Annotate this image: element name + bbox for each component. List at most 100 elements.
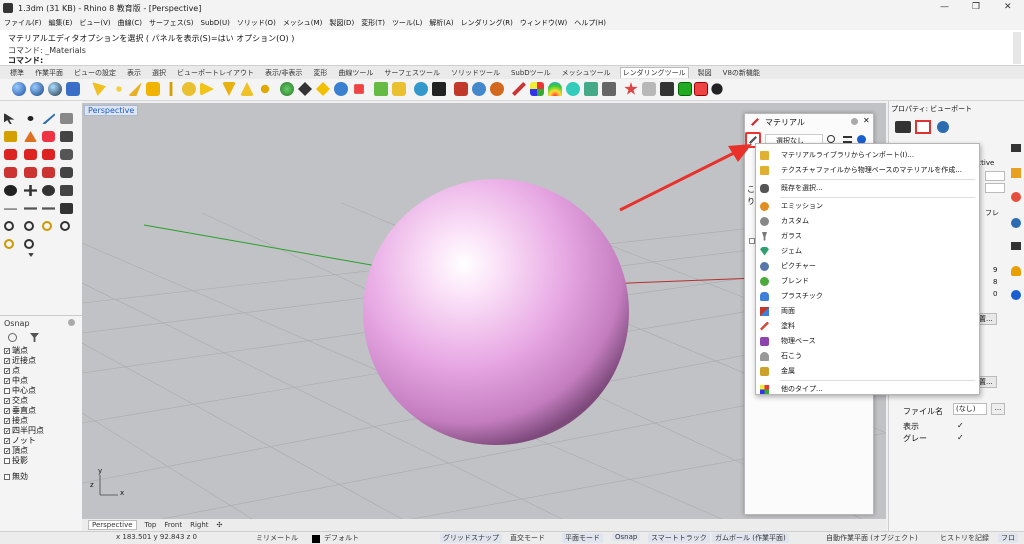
tab-cplanes[interactable]: 作業平面 (33, 68, 65, 78)
color-grid-icon[interactable] (530, 82, 544, 96)
paw-icon[interactable] (711, 83, 723, 95)
menu-type-physically-based[interactable]: 物理ベース (760, 334, 816, 348)
environment-icon[interactable] (280, 82, 294, 96)
tab-surface-tools[interactable]: サーフェスツール (382, 68, 442, 78)
rainbow-icon[interactable] (548, 82, 562, 96)
auto-cplane-button[interactable]: 自動作業平面 (オブジェクト) (826, 533, 918, 543)
panel-close-icon[interactable]: ✕ (863, 116, 870, 125)
menu-mesh[interactable]: メッシュ(M) (283, 18, 323, 28)
units-label[interactable]: ミリメートル (256, 533, 298, 543)
maximize-button[interactable]: ❐ (972, 2, 980, 12)
tab-drafting[interactable]: 製図 (696, 68, 714, 78)
show-checkbox[interactable]: ✓ (957, 421, 964, 430)
side-help-icon[interactable] (1011, 290, 1021, 300)
menu-type-custom[interactable]: カスタム (760, 214, 809, 228)
render-window-icon[interactable] (48, 82, 62, 96)
tab-standard[interactable]: 標準 (8, 68, 26, 78)
cylinder-mapping-icon[interactable] (432, 82, 446, 96)
viewport-frame-icon[interactable] (915, 120, 931, 134)
material-editor-icon[interactable] (454, 82, 468, 96)
menu-type-metal[interactable]: 金属 (760, 364, 795, 378)
plane-icon[interactable] (4, 208, 17, 210)
checkbox[interactable]: ✓ (4, 407, 10, 414)
pink-sphere[interactable] (363, 179, 629, 445)
checkbox[interactable] (4, 473, 10, 480)
rotate-icon[interactable] (42, 185, 55, 196)
linear-light-icon[interactable] (169, 82, 173, 96)
gray-checkbox[interactable]: ✓ (957, 433, 964, 442)
osnap-filter-icon[interactable] (30, 333, 39, 342)
move-icon[interactable] (24, 185, 37, 196)
osnap-button[interactable]: Osnap (612, 533, 641, 541)
file-name-field[interactable]: (なし) (953, 403, 987, 415)
edit-light-icon[interactable] (222, 82, 236, 96)
point-light-icon[interactable] (116, 86, 122, 92)
minimize-button[interactable]: — (940, 2, 949, 12)
tab-display[interactable]: 表示 (125, 68, 143, 78)
tube-light-icon[interactable] (182, 82, 196, 96)
menu-view[interactable]: ビュー(V) (79, 18, 110, 28)
checkbox[interactable]: ✓ (4, 427, 10, 434)
photo-icon[interactable] (642, 82, 656, 96)
menu-type-plaster[interactable]: 石こう (760, 349, 802, 363)
menu-import-library[interactable]: マテリアルライブラリからインポート(I)... (760, 148, 914, 162)
osnap-item-disable[interactable]: 無効 (4, 471, 28, 482)
menu-surface[interactable]: サーフェス(S) (149, 18, 194, 28)
menu-type-gem[interactable]: ジェム (760, 244, 802, 258)
tab-subd-tools[interactable]: SubDツール (509, 68, 553, 78)
tab-new-in-v8[interactable]: V8の新機能 (721, 68, 762, 78)
viewport-tab-perspective[interactable]: Perspective (88, 520, 137, 530)
checkbox[interactable] (4, 457, 10, 464)
snapshot-icon[interactable] (584, 82, 598, 96)
car-red6-icon[interactable] (42, 167, 55, 178)
osnap-close-icon[interactable] (68, 319, 75, 326)
cube-icon[interactable] (60, 203, 73, 214)
panel-options-icon[interactable] (851, 118, 858, 125)
value-field[interactable]: 9 (993, 266, 997, 274)
plane2-icon[interactable] (24, 207, 37, 210)
menu-window[interactable]: ウィンドウ(W) (520, 18, 567, 28)
box-mapping-icon[interactable] (392, 82, 406, 96)
tab-curve-tools[interactable]: 曲線ツール (336, 68, 375, 78)
value-field[interactable]: 0 (993, 290, 997, 298)
menu-file[interactable]: ファイル(F) (4, 18, 42, 28)
car-gray-icon[interactable] (60, 149, 73, 160)
side-layers-icon[interactable] (1011, 168, 1021, 178)
light-direction-icon[interactable] (200, 82, 214, 96)
surface-icon[interactable] (24, 131, 37, 142)
car-red5-icon[interactable] (24, 167, 37, 178)
tab-set-view[interactable]: ビューの設定 (72, 68, 118, 78)
tab-mesh-tools[interactable]: メッシュツール (560, 68, 613, 78)
filter-button[interactable]: フロ (998, 533, 1018, 543)
gumball-button[interactable]: ガムボール (作業平面) (712, 533, 789, 543)
record-history-button[interactable]: ヒストリを記録 (940, 533, 989, 543)
tab-solid-tools[interactable]: ソリッドツール (449, 68, 502, 78)
render-settings-icon[interactable] (937, 121, 949, 133)
menu-transform[interactable]: 変形(T) (361, 18, 385, 28)
sun-icon[interactable] (260, 84, 270, 94)
menu-subd[interactable]: SubD(U) (201, 19, 230, 27)
menu-solid[interactable]: ソリッド(O) (237, 18, 276, 28)
sphere-tool-icon[interactable] (60, 131, 73, 142)
menu-type-picture[interactable]: ピクチャー (760, 259, 816, 273)
layer-label[interactable]: デフォルト (324, 533, 359, 543)
viewport-tab-right[interactable]: Right (190, 521, 208, 529)
car-red3-icon[interactable] (42, 149, 55, 160)
frame-dropdown-fragment[interactable]: フレ (985, 208, 999, 218)
render-options-icon[interactable] (66, 82, 80, 96)
add-viewport-tab-button[interactable]: ✣ (217, 521, 223, 529)
scale-icon[interactable] (60, 185, 73, 196)
viewport-tab-front[interactable]: Front (164, 521, 182, 529)
file-browse-button[interactable]: ... (991, 403, 1005, 415)
keyboard-icon[interactable] (602, 82, 616, 96)
osnap-item-project[interactable]: 投影 (4, 455, 28, 466)
safe-frame-icon[interactable] (316, 82, 330, 96)
car-red4-icon[interactable] (4, 167, 17, 178)
menu-curve[interactable]: 曲線(C) (118, 18, 142, 28)
checkbox[interactable] (4, 387, 10, 394)
menu-render[interactable]: レンダリング(R) (461, 18, 513, 28)
plane3-icon[interactable] (42, 207, 55, 210)
checkbox[interactable]: ✓ (4, 417, 10, 424)
ground-plane-icon[interactable] (298, 82, 312, 96)
grid-snap-button[interactable]: グリッドスナップ (440, 533, 502, 543)
